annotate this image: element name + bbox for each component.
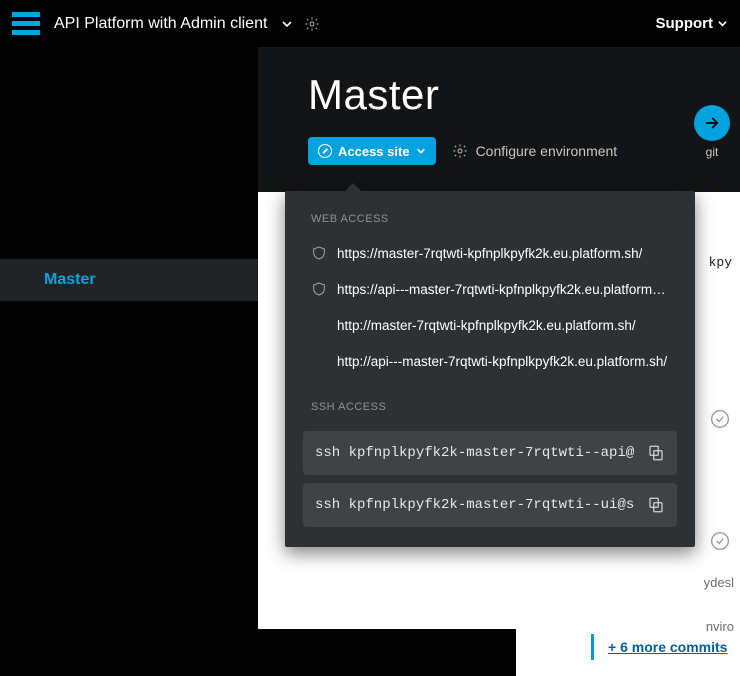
activity-text-fragment: ydesl — [704, 575, 734, 590]
git-action[interactable]: git — [694, 105, 730, 159]
ssh-command[interactable]: ssh kpfnplkpyfk2k-master-7rqtwti--ui@s — [315, 497, 639, 513]
support-menu[interactable]: Support — [656, 15, 729, 32]
access-site-button[interactable]: Access site — [308, 137, 436, 165]
arrow-right-icon — [694, 105, 730, 141]
sidebar-branch-master[interactable]: Master — [0, 259, 258, 301]
ssh-command-row: ssh kpfnplkpyfk2k-master-7rqtwti--ui@s — [303, 483, 677, 527]
copy-icon[interactable] — [647, 496, 665, 514]
environment-title: Master — [308, 71, 740, 119]
activity-text-fragment: nviro — [706, 619, 734, 634]
menu-icon[interactable] — [12, 12, 40, 35]
activity-status — [710, 409, 730, 429]
copy-icon[interactable] — [647, 444, 665, 462]
access-site-label: Access site — [338, 144, 410, 159]
web-url-row[interactable]: http://api---master-7rqtwti-kpfnplkpyfk2… — [285, 343, 695, 379]
gear-icon — [452, 143, 468, 159]
link-icon — [318, 144, 332, 158]
support-label: Support — [656, 15, 714, 32]
chevron-down-icon — [416, 146, 426, 156]
top-bar: API Platform with Admin client Support — [0, 0, 740, 47]
web-url-row[interactable]: http://master-7rqtwti-kpfnplkpyfk2k.eu.p… — [285, 307, 695, 343]
web-url-row[interactable]: https://api---master-7rqtwti-kpfnplkpyfk… — [285, 271, 695, 307]
environment-hero: Master Access site Configure environment… — [258, 47, 740, 192]
activity-status — [710, 531, 730, 551]
configure-environment-link[interactable]: Configure environment — [452, 143, 618, 159]
configure-label: Configure environment — [476, 143, 618, 159]
chevron-down-icon — [717, 18, 728, 29]
git-label: git — [694, 145, 730, 159]
web-url: http://master-7rqtwti-kpfnplkpyfk2k.eu.p… — [337, 318, 636, 333]
ssh-access-heading: SSH ACCESS — [285, 379, 695, 423]
access-site-dropdown: WEB ACCESS https://master-7rqtwti-kpfnpl… — [285, 191, 695, 547]
sidebar: Master — [0, 47, 258, 629]
url-fragment: kpy — [709, 255, 732, 270]
shield-icon — [311, 281, 327, 297]
check-circle-icon — [710, 409, 730, 429]
web-url-row[interactable]: https://master-7rqtwti-kpfnplkpyfk2k.eu.… — [285, 235, 695, 271]
shield-icon — [311, 245, 327, 261]
check-circle-icon — [710, 531, 730, 551]
project-name: API Platform with Admin client — [54, 15, 267, 33]
ssh-command-row: ssh kpfnplkpyfk2k-master-7rqtwti--api@ — [303, 431, 677, 475]
web-access-heading: WEB ACCESS — [285, 191, 695, 235]
more-commits-link[interactable]: + 6 more commits — [591, 634, 727, 660]
web-url: https://api---master-7rqtwti-kpfnplkpyfk… — [337, 282, 669, 297]
gear-icon[interactable] — [303, 15, 321, 33]
web-url: https://master-7rqtwti-kpfnplkpyfk2k.eu.… — [337, 246, 642, 261]
ssh-command[interactable]: ssh kpfnplkpyfk2k-master-7rqtwti--api@ — [315, 445, 639, 461]
chevron-down-icon[interactable] — [281, 18, 293, 30]
web-url: http://api---master-7rqtwti-kpfnplkpyfk2… — [337, 354, 667, 369]
